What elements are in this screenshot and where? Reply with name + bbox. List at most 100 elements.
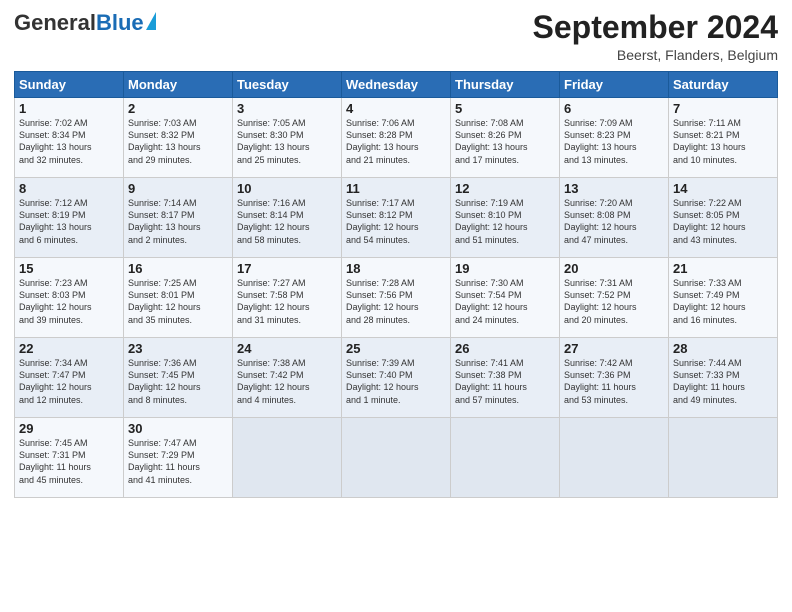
day-number: 18 xyxy=(346,261,446,276)
day-info: Sunrise: 7:36 AM Sunset: 7:45 PM Dayligh… xyxy=(128,357,228,406)
table-row: 22Sunrise: 7:34 AM Sunset: 7:47 PM Dayli… xyxy=(15,338,124,418)
table-row: 20Sunrise: 7:31 AM Sunset: 7:52 PM Dayli… xyxy=(560,258,669,338)
logo-blue: Blue xyxy=(96,10,144,36)
col-sunday: Sunday xyxy=(15,72,124,98)
day-number: 22 xyxy=(19,341,119,356)
day-number: 14 xyxy=(673,181,773,196)
table-row: 4Sunrise: 7:06 AM Sunset: 8:28 PM Daylig… xyxy=(342,98,451,178)
table-row: 15Sunrise: 7:23 AM Sunset: 8:03 PM Dayli… xyxy=(15,258,124,338)
table-row: 24Sunrise: 7:38 AM Sunset: 7:42 PM Dayli… xyxy=(233,338,342,418)
table-row: 12Sunrise: 7:19 AM Sunset: 8:10 PM Dayli… xyxy=(451,178,560,258)
day-number: 29 xyxy=(19,421,119,436)
day-info: Sunrise: 7:06 AM Sunset: 8:28 PM Dayligh… xyxy=(346,117,446,166)
day-number: 25 xyxy=(346,341,446,356)
col-thursday: Thursday xyxy=(451,72,560,98)
day-info: Sunrise: 7:47 AM Sunset: 7:29 PM Dayligh… xyxy=(128,437,228,486)
day-number: 30 xyxy=(128,421,228,436)
calendar-row-1: 8Sunrise: 7:12 AM Sunset: 8:19 PM Daylig… xyxy=(15,178,778,258)
day-info: Sunrise: 7:42 AM Sunset: 7:36 PM Dayligh… xyxy=(564,357,664,406)
day-number: 26 xyxy=(455,341,555,356)
day-info: Sunrise: 7:19 AM Sunset: 8:10 PM Dayligh… xyxy=(455,197,555,246)
table-row: 14Sunrise: 7:22 AM Sunset: 8:05 PM Dayli… xyxy=(669,178,778,258)
day-info: Sunrise: 7:45 AM Sunset: 7:31 PM Dayligh… xyxy=(19,437,119,486)
calendar-row-2: 15Sunrise: 7:23 AM Sunset: 8:03 PM Dayli… xyxy=(15,258,778,338)
day-info: Sunrise: 7:16 AM Sunset: 8:14 PM Dayligh… xyxy=(237,197,337,246)
day-info: Sunrise: 7:17 AM Sunset: 8:12 PM Dayligh… xyxy=(346,197,446,246)
calendar-row-4: 29Sunrise: 7:45 AM Sunset: 7:31 PM Dayli… xyxy=(15,418,778,498)
day-number: 11 xyxy=(346,181,446,196)
logo-general: General xyxy=(14,10,96,36)
day-number: 10 xyxy=(237,181,337,196)
table-row xyxy=(451,418,560,498)
page-container: GeneralBlue September 2024 Beerst, Fland… xyxy=(0,0,792,506)
header-row: Sunday Monday Tuesday Wednesday Thursday… xyxy=(15,72,778,98)
table-row: 29Sunrise: 7:45 AM Sunset: 7:31 PM Dayli… xyxy=(15,418,124,498)
table-row: 21Sunrise: 7:33 AM Sunset: 7:49 PM Dayli… xyxy=(669,258,778,338)
calendar-row-3: 22Sunrise: 7:34 AM Sunset: 7:47 PM Dayli… xyxy=(15,338,778,418)
table-row: 5Sunrise: 7:08 AM Sunset: 8:26 PM Daylig… xyxy=(451,98,560,178)
day-info: Sunrise: 7:28 AM Sunset: 7:56 PM Dayligh… xyxy=(346,277,446,326)
day-number: 4 xyxy=(346,101,446,116)
day-number: 7 xyxy=(673,101,773,116)
day-number: 23 xyxy=(128,341,228,356)
table-row: 17Sunrise: 7:27 AM Sunset: 7:58 PM Dayli… xyxy=(233,258,342,338)
col-wednesday: Wednesday xyxy=(342,72,451,98)
day-number: 13 xyxy=(564,181,664,196)
day-info: Sunrise: 7:33 AM Sunset: 7:49 PM Dayligh… xyxy=(673,277,773,326)
month-title: September 2024 xyxy=(533,10,778,45)
day-number: 24 xyxy=(237,341,337,356)
day-info: Sunrise: 7:12 AM Sunset: 8:19 PM Dayligh… xyxy=(19,197,119,246)
day-number: 8 xyxy=(19,181,119,196)
table-row: 18Sunrise: 7:28 AM Sunset: 7:56 PM Dayli… xyxy=(342,258,451,338)
day-info: Sunrise: 7:08 AM Sunset: 8:26 PM Dayligh… xyxy=(455,117,555,166)
location: Beerst, Flanders, Belgium xyxy=(533,47,778,63)
table-row: 16Sunrise: 7:25 AM Sunset: 8:01 PM Dayli… xyxy=(124,258,233,338)
table-row: 7Sunrise: 7:11 AM Sunset: 8:21 PM Daylig… xyxy=(669,98,778,178)
day-number: 27 xyxy=(564,341,664,356)
table-row: 30Sunrise: 7:47 AM Sunset: 7:29 PM Dayli… xyxy=(124,418,233,498)
day-number: 21 xyxy=(673,261,773,276)
day-number: 12 xyxy=(455,181,555,196)
table-row: 6Sunrise: 7:09 AM Sunset: 8:23 PM Daylig… xyxy=(560,98,669,178)
table-row: 23Sunrise: 7:36 AM Sunset: 7:45 PM Dayli… xyxy=(124,338,233,418)
day-number: 9 xyxy=(128,181,228,196)
table-row: 27Sunrise: 7:42 AM Sunset: 7:36 PM Dayli… xyxy=(560,338,669,418)
logo-text: GeneralBlue xyxy=(14,10,156,36)
table-row: 10Sunrise: 7:16 AM Sunset: 8:14 PM Dayli… xyxy=(233,178,342,258)
day-number: 1 xyxy=(19,101,119,116)
table-row: 19Sunrise: 7:30 AM Sunset: 7:54 PM Dayli… xyxy=(451,258,560,338)
day-info: Sunrise: 7:22 AM Sunset: 8:05 PM Dayligh… xyxy=(673,197,773,246)
col-friday: Friday xyxy=(560,72,669,98)
col-saturday: Saturday xyxy=(669,72,778,98)
day-number: 20 xyxy=(564,261,664,276)
title-block: September 2024 Beerst, Flanders, Belgium xyxy=(533,10,778,63)
calendar-header: Sunday Monday Tuesday Wednesday Thursday… xyxy=(15,72,778,98)
table-row: 1Sunrise: 7:02 AM Sunset: 8:34 PM Daylig… xyxy=(15,98,124,178)
day-info: Sunrise: 7:14 AM Sunset: 8:17 PM Dayligh… xyxy=(128,197,228,246)
table-row: 28Sunrise: 7:44 AM Sunset: 7:33 PM Dayli… xyxy=(669,338,778,418)
header: GeneralBlue September 2024 Beerst, Fland… xyxy=(14,10,778,63)
day-info: Sunrise: 7:03 AM Sunset: 8:32 PM Dayligh… xyxy=(128,117,228,166)
logo-triangle-icon xyxy=(146,12,156,30)
col-tuesday: Tuesday xyxy=(233,72,342,98)
table-row xyxy=(233,418,342,498)
table-row: 25Sunrise: 7:39 AM Sunset: 7:40 PM Dayli… xyxy=(342,338,451,418)
day-info: Sunrise: 7:44 AM Sunset: 7:33 PM Dayligh… xyxy=(673,357,773,406)
table-row: 13Sunrise: 7:20 AM Sunset: 8:08 PM Dayli… xyxy=(560,178,669,258)
day-info: Sunrise: 7:34 AM Sunset: 7:47 PM Dayligh… xyxy=(19,357,119,406)
day-number: 28 xyxy=(673,341,773,356)
day-number: 17 xyxy=(237,261,337,276)
day-number: 15 xyxy=(19,261,119,276)
day-info: Sunrise: 7:39 AM Sunset: 7:40 PM Dayligh… xyxy=(346,357,446,406)
day-info: Sunrise: 7:02 AM Sunset: 8:34 PM Dayligh… xyxy=(19,117,119,166)
day-info: Sunrise: 7:25 AM Sunset: 8:01 PM Dayligh… xyxy=(128,277,228,326)
day-info: Sunrise: 7:41 AM Sunset: 7:38 PM Dayligh… xyxy=(455,357,555,406)
table-row xyxy=(669,418,778,498)
table-row xyxy=(560,418,669,498)
day-number: 16 xyxy=(128,261,228,276)
day-number: 5 xyxy=(455,101,555,116)
col-monday: Monday xyxy=(124,72,233,98)
day-info: Sunrise: 7:30 AM Sunset: 7:54 PM Dayligh… xyxy=(455,277,555,326)
day-number: 3 xyxy=(237,101,337,116)
table-row: 26Sunrise: 7:41 AM Sunset: 7:38 PM Dayli… xyxy=(451,338,560,418)
